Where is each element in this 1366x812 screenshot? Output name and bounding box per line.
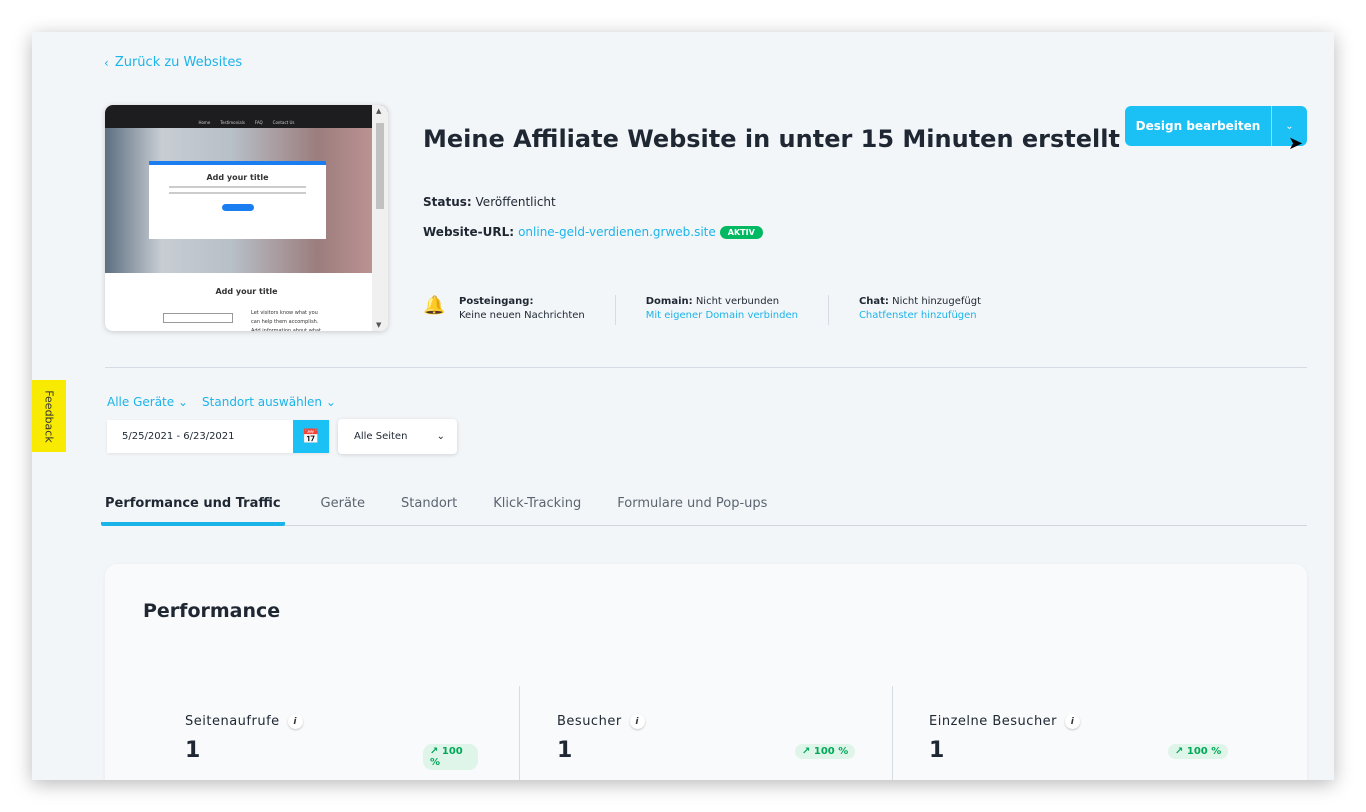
feedback-label: Feedback bbox=[42, 389, 56, 443]
arrow-up-right-icon: ↗ bbox=[1175, 746, 1184, 757]
tab-location[interactable]: Standort bbox=[401, 496, 457, 526]
metric-visitors: Besucher i 1 ↗ 100 % bbox=[519, 686, 892, 780]
chat-info: Chat: Nicht hinzugefügt Chatfenster hinz… bbox=[827, 295, 1011, 325]
calendar-icon[interactable]: 📅 bbox=[293, 420, 329, 453]
tab-performance[interactable]: Performance und Traffic bbox=[101, 496, 285, 526]
preview-form-field bbox=[163, 313, 233, 323]
metric-change-badge: ↗ 100 % bbox=[1168, 744, 1229, 759]
inbox-info: Posteingang: Keine neuen Nachrichten bbox=[459, 295, 615, 323]
info-icon[interactable]: i bbox=[629, 714, 645, 729]
performance-heading: Performance bbox=[143, 600, 281, 622]
back-link-label: Zurück zu Websites bbox=[114, 55, 243, 70]
preview-nav-item: Contact Us bbox=[272, 120, 295, 125]
scrollbar-thumb[interactable] bbox=[376, 123, 384, 209]
metric-label: Einzelne Besucher i bbox=[929, 714, 1081, 729]
info-bar: 🔔 Posteingang: Keine neuen Nachrichten D… bbox=[423, 295, 1011, 325]
tab-devices[interactable]: Geräte bbox=[321, 496, 365, 526]
design-button-group: Design bearbeiten ⌄ bbox=[1125, 106, 1307, 146]
status-badge: AKTIV bbox=[719, 225, 763, 239]
metric-change-badge: ↗ 100 % bbox=[795, 744, 856, 759]
metric-change: 100 % bbox=[813, 746, 849, 757]
preview-card-title: Add your title bbox=[206, 173, 269, 182]
preview-nav-item: FAQ bbox=[254, 120, 263, 125]
website-url-link[interactable]: online-geld-verdienen.grweb.site bbox=[518, 225, 716, 239]
domain-value: Nicht verbunden bbox=[695, 296, 780, 307]
preview-card: Add your title bbox=[149, 161, 326, 239]
chat-label: Chat: bbox=[858, 296, 889, 307]
preview-nav-item: Testimonials bbox=[220, 120, 245, 125]
status-line: Status: Veröffentlicht bbox=[423, 195, 556, 209]
location-filter[interactable]: Standort auswählen ⌄ bbox=[202, 395, 336, 409]
metric-label-text: Seitenaufrufe bbox=[185, 714, 280, 729]
metric-value: 1 bbox=[185, 738, 201, 763]
scroll-up-icon[interactable]: ▲ bbox=[376, 107, 381, 115]
website-preview[interactable]: Home Testimonials FAQ Contact Us Add you… bbox=[105, 105, 388, 331]
section-divider bbox=[105, 367, 1307, 368]
chat-value: Nicht hinzugefügt bbox=[892, 296, 981, 307]
pages-select[interactable]: Alle Seiten ⌄ bbox=[338, 419, 457, 454]
tab-click-tracking[interactable]: Klick-Tracking bbox=[493, 496, 581, 526]
feedback-tab[interactable]: Feedback bbox=[32, 380, 66, 452]
inbox-label: Posteingang: bbox=[459, 296, 534, 307]
devices-filter[interactable]: Alle Geräte ⌄ bbox=[107, 395, 188, 409]
info-icon[interactable]: i bbox=[1065, 714, 1081, 729]
preview-text-line bbox=[169, 186, 306, 188]
date-range-value[interactable]: 5/25/2021 - 6/23/2021 bbox=[107, 420, 293, 453]
arrow-up-right-icon: ↗ bbox=[430, 746, 439, 757]
scroll-down-icon[interactable]: ▼ bbox=[376, 321, 381, 329]
performance-panel: Performance Seitenaufrufe i 1 ↗ 100 % Be… bbox=[105, 564, 1307, 780]
website-url-label: Website-URL: bbox=[423, 225, 515, 239]
connect-domain-link[interactable]: Mit eigener Domain verbinden bbox=[646, 309, 798, 323]
add-chat-link[interactable]: Chatfenster hinzufügen bbox=[859, 309, 981, 323]
metric-label: Seitenaufrufe i bbox=[185, 714, 303, 729]
tab-bar: Performance und Traffic Geräte Standort … bbox=[101, 496, 1307, 526]
domain-label: Domain: bbox=[645, 296, 693, 307]
preview-hero-image: Add your title bbox=[105, 128, 388, 273]
status-label: Status: bbox=[423, 195, 472, 209]
info-icon[interactable]: i bbox=[287, 714, 303, 729]
inbox-value: Keine neuen Nachrichten bbox=[459, 310, 585, 321]
preview-scrollbar[interactable]: ▲ ▼ bbox=[372, 105, 388, 331]
preview-nav-item: Home bbox=[198, 120, 211, 125]
pages-select-value: Alle Seiten bbox=[354, 431, 408, 442]
metric-change: 100 % bbox=[1186, 746, 1222, 757]
chevron-down-icon: ⌄ bbox=[1285, 120, 1294, 132]
tab-forms-popups[interactable]: Formulare und Pop-ups bbox=[617, 496, 767, 526]
chevron-down-icon: ⌄ bbox=[325, 395, 336, 409]
metric-value: 1 bbox=[557, 738, 573, 763]
arrow-up-right-icon: ↗ bbox=[802, 746, 811, 757]
metric-unique-visitors: Einzelne Besucher i 1 ↗ 100 % bbox=[892, 686, 1265, 780]
metric-page-views: Seitenaufrufe i 1 ↗ 100 % bbox=[105, 686, 478, 780]
back-link[interactable]: ‹ Zurück zu Websites bbox=[104, 55, 242, 70]
devices-filter-label: Alle Geräte bbox=[107, 395, 175, 409]
preview-section-title: Add your title bbox=[215, 287, 278, 296]
app-window: ‹ Zurück zu Websites Home Testimonials F… bbox=[32, 32, 1334, 780]
bell-icon: 🔔 bbox=[423, 295, 446, 316]
metric-change-badge: ↗ 100 % bbox=[423, 744, 478, 770]
chevron-left-icon: ‹ bbox=[104, 55, 109, 70]
preview-text-line bbox=[169, 192, 306, 194]
domain-info: Domain: Nicht verbunden Mit eigener Doma… bbox=[614, 295, 828, 325]
status-value: Veröffentlicht bbox=[475, 195, 556, 209]
edit-design-button[interactable]: Design bearbeiten bbox=[1125, 106, 1271, 146]
website-url-line: Website-URL: online-geld-verdienen.grweb… bbox=[423, 225, 763, 239]
metric-value: 1 bbox=[929, 738, 945, 763]
preview-nav: Home Testimonials FAQ Contact Us bbox=[105, 105, 388, 128]
metric-label-text: Einzelne Besucher bbox=[929, 714, 1058, 729]
chevron-down-icon: ⌄ bbox=[177, 395, 189, 409]
preview-side-text: Let visitors know what you can help them… bbox=[251, 310, 322, 331]
chevron-down-icon: ⌄ bbox=[436, 431, 445, 442]
metric-label: Besucher i bbox=[557, 714, 645, 729]
location-filter-label: Standort auswählen bbox=[202, 395, 323, 409]
metric-label-text: Besucher bbox=[557, 714, 622, 729]
date-range-picker[interactable]: 5/25/2021 - 6/23/2021 📅 bbox=[107, 420, 329, 453]
page-title: Meine Affiliate Website in unter 15 Minu… bbox=[423, 125, 1120, 153]
mouse-cursor-icon: ➤ bbox=[1288, 133, 1304, 154]
preview-card-button bbox=[221, 204, 254, 211]
filter-bar: Alle Geräte ⌄ Standort auswählen ⌄ bbox=[107, 395, 336, 409]
